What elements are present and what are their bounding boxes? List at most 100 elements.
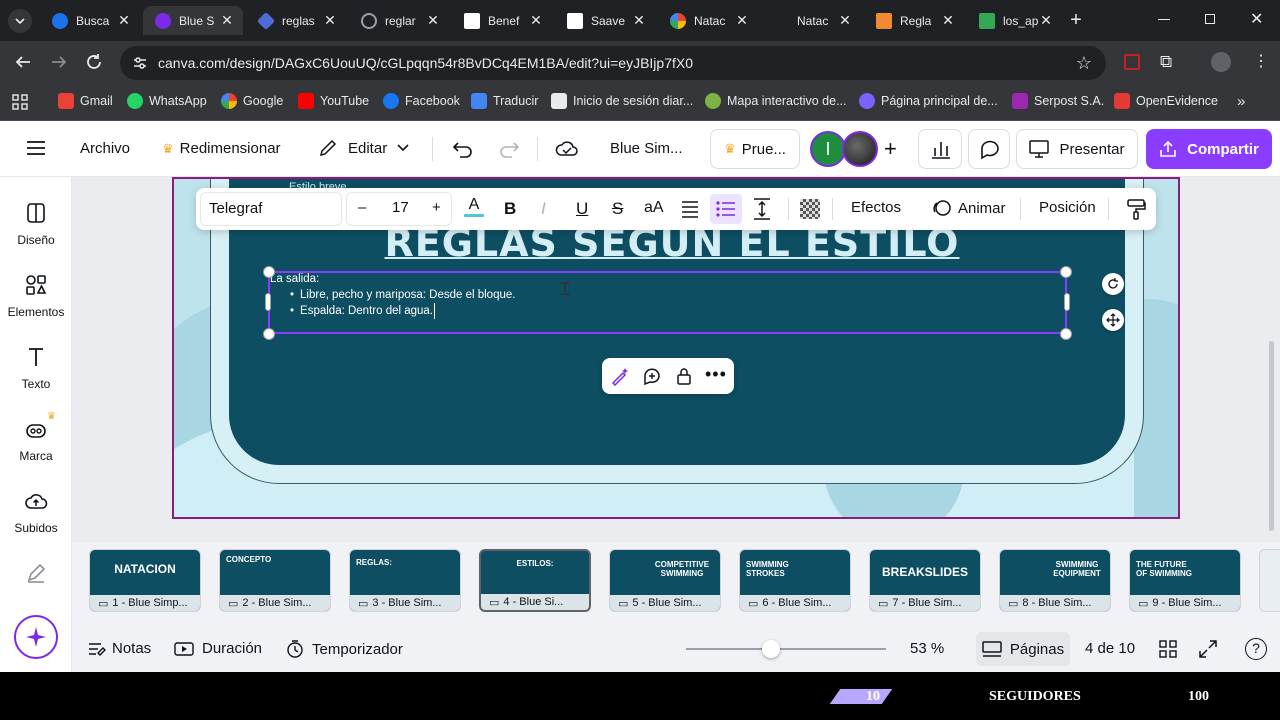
resize-handle-left[interactable] xyxy=(265,293,271,311)
compartir-button[interactable]: Compartir xyxy=(1146,129,1272,169)
close-icon[interactable]: ✕ xyxy=(631,12,647,29)
page-thumbnail-6[interactable]: SWIMMING STROKES ▭ 6 - Blue Sim... xyxy=(739,549,851,612)
resize-handle-br[interactable] xyxy=(1060,328,1072,340)
bookmark-facebook[interactable]: Facebook xyxy=(383,93,460,109)
selection-box[interactable] xyxy=(268,271,1067,334)
canvas-scrollbar[interactable] xyxy=(1269,341,1274,531)
canvas-area[interactable]: Estilo breve REGLAS SEGUN EL ESTILO La s… xyxy=(72,177,1280,542)
grid-view-icon[interactable] xyxy=(1158,639,1178,659)
bookmark-mapa[interactable]: Mapa interactivo de... xyxy=(705,93,847,109)
redimensionar-button[interactable]: ♛ Redimensionar xyxy=(162,140,281,157)
apps-grid-icon[interactable] xyxy=(12,94,28,110)
paginas-button[interactable]: Páginas xyxy=(976,632,1070,666)
close-icon[interactable]: ✕ xyxy=(425,12,441,29)
undo-icon[interactable] xyxy=(452,139,474,159)
close-icon[interactable]: ✕ xyxy=(734,12,750,29)
sidebar-item-marca[interactable]: ♛ Marca xyxy=(0,411,72,463)
magic-write-icon[interactable] xyxy=(610,366,630,386)
tab-los-ap[interactable]: los_ap ✕ xyxy=(967,6,1062,35)
align-icon[interactable] xyxy=(680,200,700,218)
page-thumbnail-8[interactable]: SWIMMING EQUIPMENT ▭ 8 - Blue Sim... xyxy=(999,549,1111,612)
tab-saave[interactable]: Saave ✕ xyxy=(555,6,655,35)
sidebar-item-elementos[interactable]: Elementos xyxy=(0,273,72,319)
efectos-button[interactable]: Efectos xyxy=(851,199,901,216)
back-arrow-icon[interactable] xyxy=(12,51,34,73)
rotate-handle[interactable] xyxy=(1102,273,1124,295)
close-icon[interactable]: ✕ xyxy=(116,12,132,29)
resize-handle-tr[interactable] xyxy=(1060,266,1072,278)
comments-button[interactable] xyxy=(968,129,1010,169)
window-close-icon[interactable]: ✕ xyxy=(1250,9,1263,29)
close-icon[interactable]: ✕ xyxy=(528,12,544,29)
bold-icon[interactable]: B xyxy=(504,199,516,219)
puzzle-extensions-icon[interactable]: ⧉ xyxy=(1160,52,1172,72)
sidebar-item-texto[interactable]: Texto xyxy=(0,345,72,391)
sidebar-item-subidos[interactable]: Subidos xyxy=(0,489,72,535)
page-thumbnail-1[interactable]: NATACION ▭ 1 - Blue Simp... xyxy=(89,549,201,612)
presentar-button[interactable]: Presentar xyxy=(1016,129,1138,169)
sidebar-item-diseno[interactable]: Diseño xyxy=(0,201,72,247)
lock-icon[interactable] xyxy=(674,366,694,386)
font-size-value[interactable]: 17 xyxy=(392,199,409,216)
page-thumbnail-5[interactable]: COMPETITIVE SWIMMING ▭ 5 - Blue Sim... xyxy=(609,549,721,612)
move-handle[interactable] xyxy=(1102,309,1124,331)
insights-button[interactable] xyxy=(918,129,962,169)
bookmark-whatsapp[interactable]: WhatsApp xyxy=(127,93,207,109)
cloud-saved-icon[interactable] xyxy=(555,139,579,159)
resize-handle-right[interactable] xyxy=(1064,293,1070,311)
resize-handle-tl[interactable] xyxy=(263,266,275,278)
tab-reglar[interactable]: reglar ✕ xyxy=(349,6,449,35)
page-thumbnail-3[interactable]: REGLAS: ▭ 3 - Blue Sim... xyxy=(349,549,461,612)
bookmark-serpost[interactable]: Serpost S.A. xyxy=(1012,93,1104,109)
help-icon[interactable]: ? xyxy=(1245,638,1267,660)
new-tab-plus-icon[interactable]: + xyxy=(1066,9,1086,31)
archivo-menu[interactable]: Archivo xyxy=(80,140,130,157)
collaborator-avatar[interactable] xyxy=(842,131,878,167)
editar-dropdown[interactable]: Editar xyxy=(318,138,409,158)
close-icon[interactable]: ✕ xyxy=(322,12,338,29)
transparency-icon[interactable] xyxy=(800,199,820,219)
minimize-icon[interactable] xyxy=(1158,19,1170,20)
sidebar-item-draw[interactable] xyxy=(0,561,72,593)
letter-case-icon[interactable]: aA xyxy=(644,199,664,217)
tab-search-icon[interactable] xyxy=(8,9,32,33)
tab-benef[interactable]: Benef ✕ xyxy=(452,6,552,35)
tab-natac[interactable]: Natac ✕ xyxy=(761,6,861,35)
user-avatar[interactable]: I xyxy=(810,131,846,167)
close-icon[interactable]: ✕ xyxy=(219,12,235,29)
trial-button[interactable]: ♛ Prue... xyxy=(710,129,800,169)
tab-reglas[interactable]: reglas ✕ xyxy=(246,6,346,35)
more-options-icon[interactable]: ••• xyxy=(705,364,727,385)
magic-ai-button[interactable] xyxy=(14,615,58,659)
bookmark-google[interactable]: Google xyxy=(221,93,283,109)
strikethrough-icon[interactable]: S xyxy=(612,199,623,219)
animar-button[interactable]: Animar xyxy=(932,199,1006,217)
add-collaborator-plus-icon[interactable]: + xyxy=(884,136,897,162)
restore-icon[interactable] xyxy=(1205,14,1215,24)
tab-blue-simple[interactable]: Blue S ✕ xyxy=(143,6,243,35)
bookmark-star-icon[interactable]: ☆ xyxy=(1076,53,1092,74)
font-size-increase-button[interactable]: + xyxy=(432,199,441,216)
font-size-decrease-button[interactable]: – xyxy=(358,199,366,216)
tab-natac-google[interactable]: Natac ✕ xyxy=(658,6,758,35)
bookmark-youtube[interactable]: YouTube xyxy=(298,93,369,109)
bookmark-pagina-principal[interactable]: Página principal de... xyxy=(859,93,998,109)
bullet-list-icon[interactable] xyxy=(710,194,742,224)
hamburger-menu-icon[interactable] xyxy=(26,140,46,156)
redo-icon[interactable] xyxy=(498,139,520,159)
notas-button[interactable]: Notas xyxy=(88,640,151,657)
bookmark-openevidence[interactable]: OpenEvidence xyxy=(1114,93,1218,109)
bookmark-inicio-sesion[interactable]: Inicio de sesión diar... xyxy=(551,93,693,109)
document-title[interactable]: Blue Sim... xyxy=(610,140,683,157)
bookmark-traducir[interactable]: Traducir xyxy=(471,93,538,109)
resize-handle-bl[interactable] xyxy=(263,328,275,340)
bookmark-gmail[interactable]: Gmail xyxy=(58,93,113,109)
zoom-percent[interactable]: 53 % xyxy=(910,640,944,657)
profile-avatar[interactable] xyxy=(1211,52,1231,72)
page-thumbnail-9[interactable]: THE FUTURE OF SWIMMING ▭ 9 - Blue Sim... xyxy=(1129,549,1241,612)
close-icon[interactable]: ✕ xyxy=(837,12,853,29)
text-color-icon[interactable]: A xyxy=(464,196,484,217)
reload-icon[interactable] xyxy=(83,51,105,73)
font-family-select[interactable]: Telegraf xyxy=(200,192,342,226)
italic-icon[interactable]: I xyxy=(541,199,546,219)
